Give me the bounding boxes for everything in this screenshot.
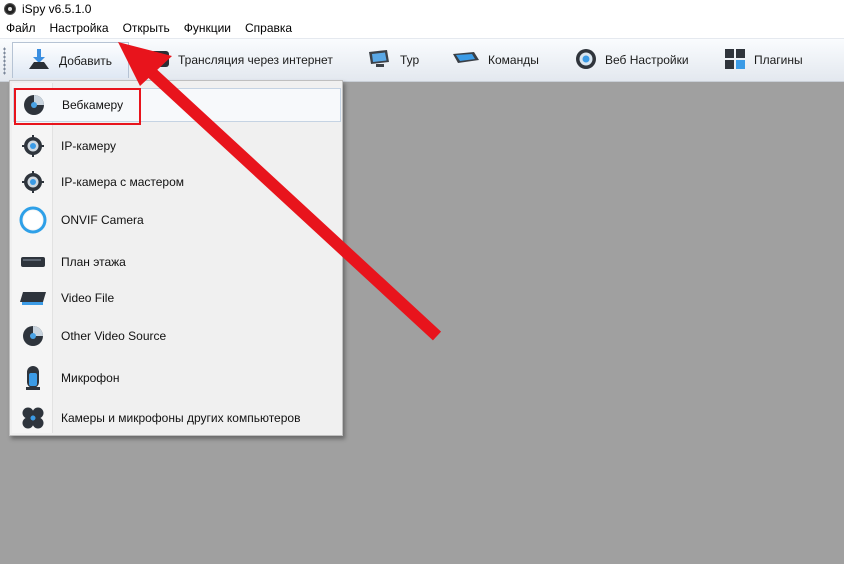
annotation-arrow bbox=[118, 42, 442, 341]
